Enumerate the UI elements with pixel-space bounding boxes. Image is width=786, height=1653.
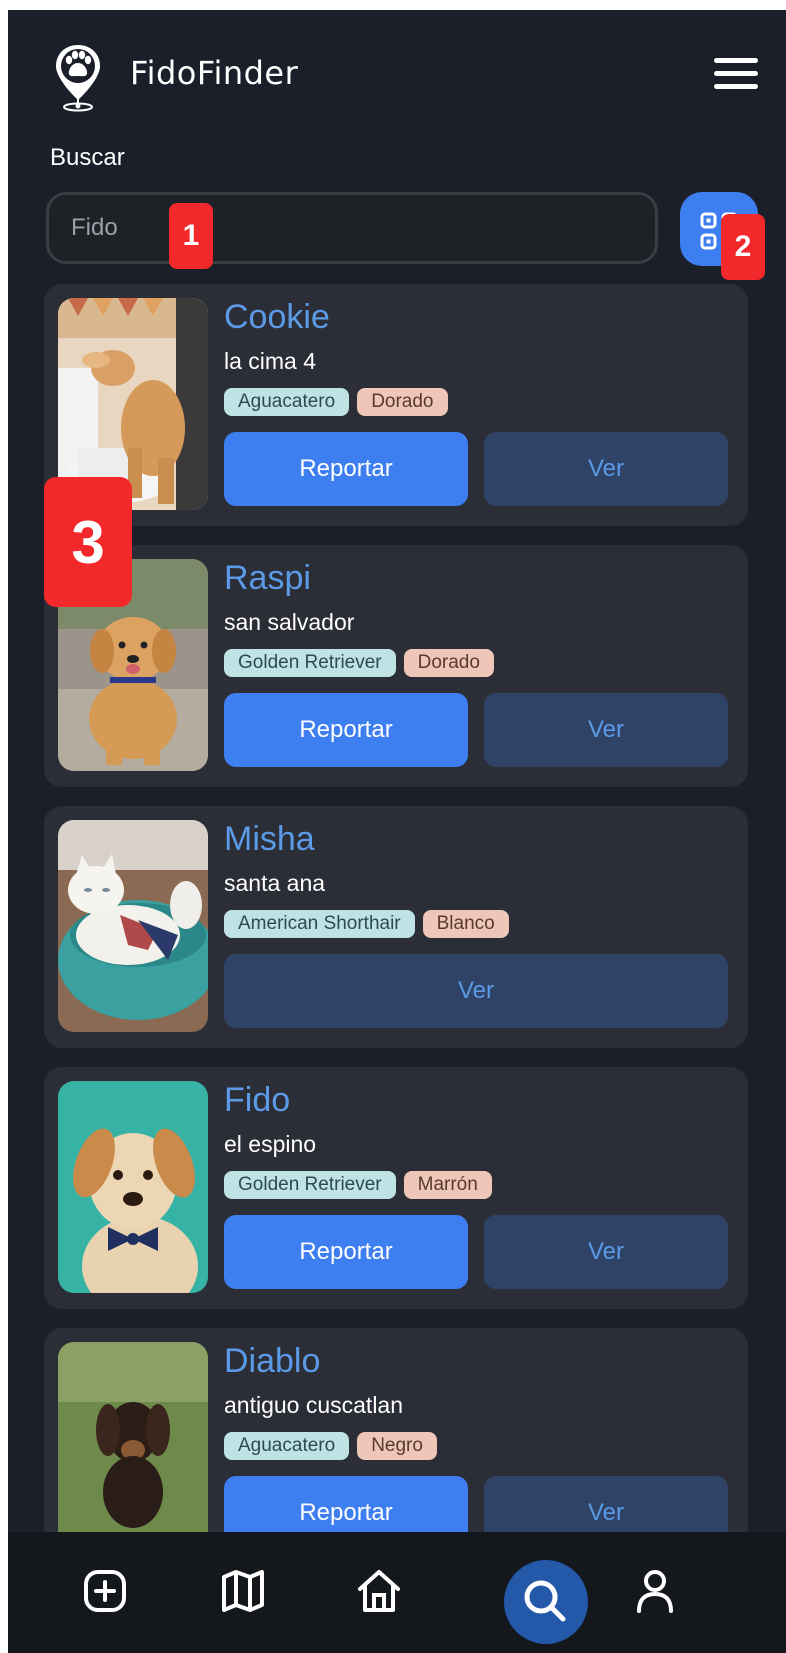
pet-card-raspi: Raspi san salvador Golden Retriever Dora… (44, 545, 748, 787)
pet-location: san salvador (224, 609, 355, 635)
breed-tag: Aguacatero (224, 388, 350, 416)
view-button[interactable]: Ver (224, 954, 728, 1028)
breed-tag: Golden Retriever (224, 1171, 396, 1199)
pet-location: la cima 4 (224, 348, 317, 374)
pet-card-fido: Fido el espino Golden Retriever Marrón R… (44, 1067, 748, 1309)
pet-photo (58, 1342, 208, 1554)
pet-card-cookie: Cookie la cima 4 Aguacatero Dorado Repor… (44, 284, 748, 526)
app-screen: FidoFinder Buscar Fido Cookie la cima 4 … (8, 10, 786, 1653)
pet-name: Fido (224, 1081, 291, 1119)
search-icon[interactable] (504, 1560, 588, 1644)
pet-location: antiguo cuscatlan (224, 1392, 404, 1418)
color-tag: Dorado (357, 388, 448, 416)
pet-tags: Golden Retriever Dorado (224, 649, 494, 677)
annotation-badge-2: 2 (721, 214, 765, 280)
map-icon[interactable] (208, 1556, 278, 1626)
app-title: FidoFinder (130, 54, 299, 92)
bottom-navigation (8, 1532, 786, 1653)
color-tag: Marrón (403, 1171, 492, 1199)
add-icon[interactable] (70, 1556, 140, 1626)
color-tag: Blanco (422, 910, 509, 938)
view-button[interactable]: Ver (484, 693, 728, 767)
breed-tag: American Shorthair (224, 910, 415, 938)
view-button[interactable]: Ver (484, 1215, 728, 1289)
annotation-badge-1: 1 (169, 203, 213, 269)
pet-card-misha: Misha santa ana American Shorthair Blanc… (44, 806, 748, 1048)
report-button[interactable]: Reportar (224, 693, 468, 767)
pet-tags: Aguacatero Dorado (224, 388, 448, 416)
pet-name: Misha (224, 820, 315, 858)
breed-tag: Golden Retriever (224, 649, 396, 677)
breed-tag: Aguacatero (224, 1432, 350, 1460)
color-tag: Negro (357, 1432, 437, 1460)
pet-name: Raspi (224, 559, 311, 597)
report-button[interactable]: Reportar (224, 1215, 468, 1289)
color-tag: Dorado (403, 649, 494, 677)
hamburger-menu-icon[interactable] (714, 58, 758, 94)
pet-name: Cookie (224, 298, 330, 336)
pet-location: el espino (224, 1131, 317, 1157)
user-icon[interactable] (620, 1556, 690, 1626)
home-icon[interactable] (344, 1556, 414, 1626)
paw-location-logo-icon (52, 42, 104, 114)
pet-tags: Aguacatero Negro (224, 1432, 437, 1460)
pet-name: Diablo (224, 1342, 321, 1380)
pet-location: santa ana (224, 870, 326, 896)
search-input[interactable] (46, 192, 658, 264)
pet-photo (58, 1081, 208, 1293)
pet-photo (58, 820, 208, 1032)
annotation-badge-3: 3 (44, 477, 132, 607)
view-button[interactable]: Ver (484, 432, 728, 506)
pet-tags: Golden Retriever Marrón (224, 1171, 492, 1199)
report-button[interactable]: Reportar (224, 432, 468, 506)
app-header: FidoFinder Buscar (8, 10, 786, 266)
pet-tags: American Shorthair Blanco (224, 910, 509, 938)
search-label: Buscar (50, 144, 125, 171)
